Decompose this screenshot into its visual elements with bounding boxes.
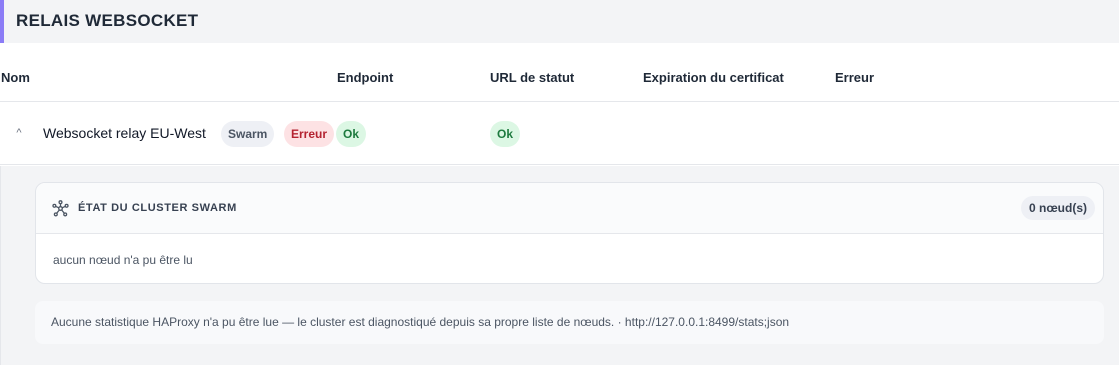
- column-header-error[interactable]: Erreur: [835, 70, 874, 85]
- column-header-name[interactable]: Nom: [1, 70, 30, 85]
- column-header-endpoint[interactable]: Endpoint: [337, 70, 393, 85]
- ok-badge: Ok: [336, 121, 367, 147]
- cluster-message: aucun nœud n'a pu être lu: [53, 253, 193, 267]
- table-row[interactable]: ^ Websocket relay EU-West Swarm Erreur O…: [0, 102, 1119, 165]
- chevron-up-icon[interactable]: ^: [12, 126, 26, 140]
- column-header-status-url[interactable]: URL de statut: [490, 70, 574, 85]
- table-header: Nom Endpoint URL de statut Expiration du…: [0, 44, 1119, 102]
- cluster-card-title: ÉTAT DU CLUSTER SWARM: [78, 202, 237, 214]
- section-header: RELAIS WEBSOCKET: [0, 0, 1119, 43]
- section-title: RELAIS WEBSOCKET: [16, 11, 199, 30]
- swarm-badge: Swarm: [221, 121, 275, 147]
- column-header-cert-expiry[interactable]: Expiration du certificat: [643, 70, 784, 85]
- cluster-nodes-icon: [52, 200, 69, 217]
- swarm-cluster-card: ÉTAT DU CLUSTER SWARM 0 nœud(s) aucun nœ…: [35, 182, 1104, 284]
- error-badge: Erreur: [284, 121, 335, 147]
- swarm-cluster-card-header: ÉTAT DU CLUSTER SWARM 0 nœud(s): [36, 183, 1103, 234]
- row-detail-panel: ÉTAT DU CLUSTER SWARM 0 nœud(s) aucun nœ…: [0, 166, 1119, 365]
- status-url-badge: Ok: [490, 121, 521, 147]
- haproxy-note-text: Aucune statistique HAProxy n'a pu être l…: [51, 315, 790, 329]
- relay-name: Websocket relay EU-West: [43, 125, 206, 141]
- node-count-badge: 0 nœud(s): [1021, 196, 1095, 220]
- haproxy-note: Aucune statistique HAProxy n'a pu être l…: [35, 301, 1104, 344]
